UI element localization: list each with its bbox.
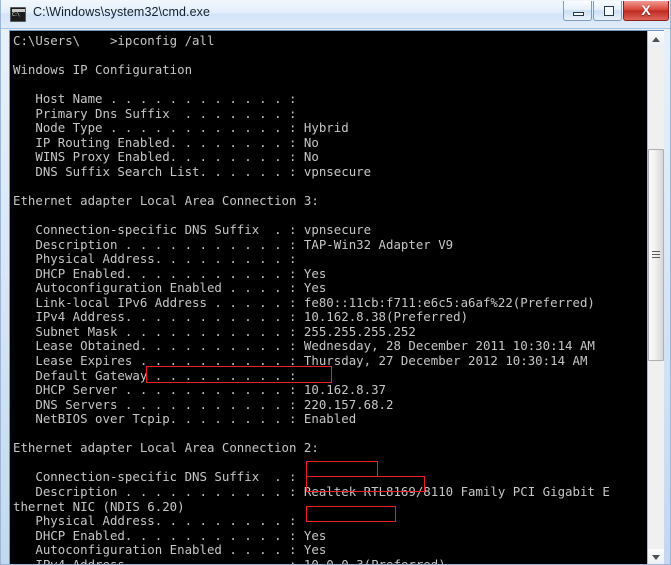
close-button[interactable]: X — [623, 1, 669, 21]
cmd-window: C:\Windows\system32\cmd.exe X C:\Users\ … — [0, 0, 671, 565]
scroll-thumb[interactable] — [648, 149, 664, 361]
console-client-area: C:\Users\ >ipconfig /all Windows IP Conf… — [9, 30, 664, 565]
close-icon: X — [641, 2, 651, 18]
title-bar[interactable]: C:\Windows\system32\cmd.exe X — [1, 0, 670, 29]
scroll-down-arrow[interactable] — [648, 549, 664, 564]
scroll-up-arrow[interactable] — [648, 31, 664, 48]
chevron-down-icon — [652, 555, 660, 560]
window-controls: X — [562, 1, 669, 21]
terminal-text: C:\Users\ >ipconfig /all Windows IP Conf… — [13, 33, 610, 565]
console-scrollbar[interactable] — [647, 31, 664, 564]
cmd-icon — [10, 7, 26, 22]
chevron-up-icon — [652, 37, 660, 42]
console-output[interactable]: C:\Users\ >ipconfig /all Windows IP Conf… — [11, 32, 647, 565]
maximize-button[interactable] — [593, 1, 622, 21]
grip-icon — [652, 251, 660, 259]
minimize-button[interactable] — [563, 1, 592, 21]
window-title: C:\Windows\system32\cmd.exe — [33, 5, 211, 19]
